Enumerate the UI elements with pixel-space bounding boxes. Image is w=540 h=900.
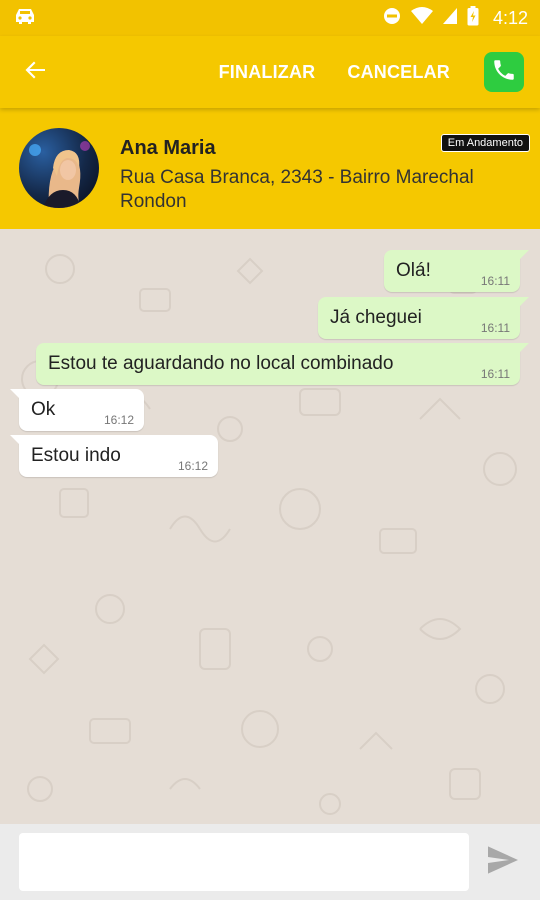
- cancel-button[interactable]: CANCELAR: [331, 36, 466, 108]
- status-bar: 4:12: [0, 0, 540, 36]
- status-badge: Em Andamento: [440, 134, 530, 152]
- avatar: [19, 128, 99, 208]
- message-text: Estou te aguardando no local combinado: [48, 353, 394, 374]
- send-button[interactable]: [485, 844, 521, 880]
- chat-area[interactable]: Olá! 16:11 Já cheguei 16:11 Estou te agu…: [0, 229, 540, 824]
- battery-icon: [467, 5, 479, 31]
- message-text: Ok: [31, 399, 56, 420]
- back-button[interactable]: [0, 36, 70, 108]
- message-time: 16:12: [103, 413, 134, 427]
- do-not-disturb-icon: [383, 7, 401, 30]
- message-text: Olá!: [396, 260, 431, 281]
- message-bubble: Olá! 16:11: [384, 250, 529, 292]
- message-text: Já cheguei: [330, 307, 422, 328]
- status-time: 4:12: [492, 7, 528, 28]
- contact-address: Rua Casa Branca, 2343 - Bairro Marechal …: [120, 167, 474, 212]
- app-toolbar: FINALIZAR CANCELAR: [0, 36, 540, 108]
- message-bubble: Estou te aguardando no local combinado 1…: [36, 343, 529, 385]
- message-time: 16:11: [480, 321, 510, 335]
- contact-header: Ana Maria Rua Casa Branca, 2343 - Bairro…: [0, 108, 540, 229]
- cell-signal-icon: [442, 7, 457, 29]
- message-bubble: Já cheguei 16:11: [318, 297, 529, 339]
- message-time: 16:11: [480, 274, 510, 288]
- message-text: Estou indo: [31, 445, 121, 466]
- send-icon: [486, 845, 520, 880]
- phone-icon: [491, 57, 517, 88]
- call-button[interactable]: [484, 52, 524, 92]
- wifi-icon: [410, 6, 433, 30]
- finalize-button[interactable]: FINALIZAR: [203, 36, 332, 108]
- car-icon: [12, 6, 38, 31]
- message-bubble: Ok 16:12: [10, 389, 144, 431]
- message-input-bar: [0, 824, 540, 900]
- message-bubble: Estou indo 16:12: [10, 435, 218, 477]
- arrow-back-icon: [23, 58, 47, 87]
- message-time: 16:12: [177, 459, 208, 473]
- message-input[interactable]: [19, 833, 470, 891]
- message-time: 16:11: [480, 367, 510, 381]
